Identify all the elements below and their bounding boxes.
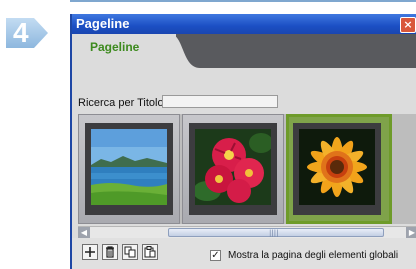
tab-curve-decoration <box>160 34 200 68</box>
thumbnail-frame <box>293 123 381 215</box>
thumbnail-frame <box>189 123 277 215</box>
trash-icon <box>106 246 114 258</box>
show-global-elements-label: Mostra la pagina degli elementi globali <box>228 250 399 261</box>
thumbnail-card[interactable] <box>78 114 180 224</box>
paste-icon <box>144 246 156 258</box>
thumbnail-card-selected[interactable] <box>286 114 392 224</box>
scrollbar-thumb[interactable]: |||| <box>168 228 384 237</box>
show-global-elements-checkbox[interactable]: ✓ <box>210 250 221 261</box>
thumbnail-card[interactable] <box>182 114 284 224</box>
scroll-right-arrow-icon[interactable]: ▶ <box>406 227 416 238</box>
duplicate-button[interactable] <box>122 244 138 260</box>
close-button[interactable]: × <box>400 17 416 33</box>
thumbnail-gallery <box>78 114 416 224</box>
title-bar[interactable]: Pageline × <box>72 14 416 34</box>
paste-button[interactable] <box>142 244 158 260</box>
step-badge: 4 <box>4 16 50 50</box>
top-divider-line <box>70 0 416 2</box>
scroll-left-arrow-icon[interactable]: ◀ <box>78 227 90 238</box>
add-icon <box>85 247 95 257</box>
scrollbar-grip-icon: |||| <box>269 229 279 237</box>
step-number: 4 <box>13 17 29 48</box>
gazania-flower-thumbnail <box>299 129 375 205</box>
thumbnail-frame <box>85 123 173 215</box>
horizontal-scrollbar[interactable]: ◀ |||| ▶ <box>78 226 416 238</box>
delete-button[interactable] <box>102 244 118 260</box>
duplicate-icon <box>124 246 136 258</box>
window-title: Pageline <box>76 16 130 31</box>
search-input[interactable] <box>162 95 278 108</box>
red-flowers-thumbnail <box>195 129 271 205</box>
pageline-window: Pageline × Pageline Ricerca per Titolo : <box>70 14 416 269</box>
add-button[interactable] <box>82 244 98 260</box>
search-label: Ricerca per Titolo : <box>78 97 170 109</box>
tab-label: Pageline <box>90 40 140 54</box>
landscape-sea-thumbnail <box>91 129 167 205</box>
